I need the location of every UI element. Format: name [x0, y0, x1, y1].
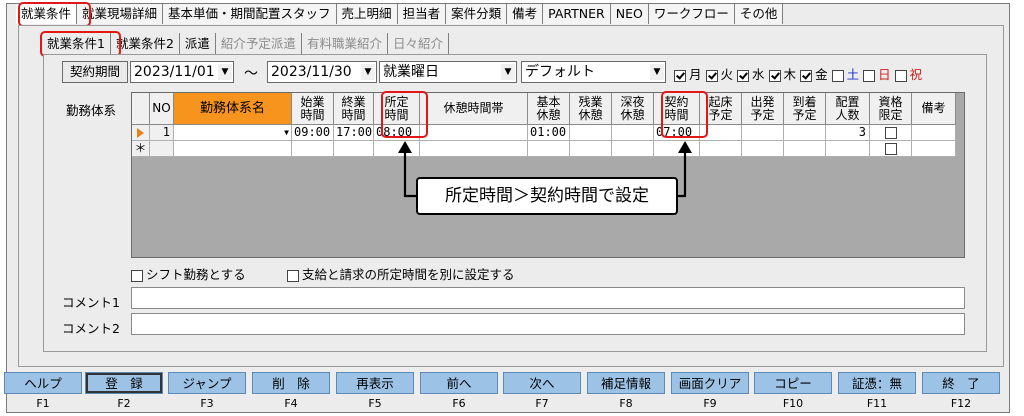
fkey-f3-label: F3 [200, 397, 214, 410]
fkey-f7-label: F7 [535, 397, 549, 410]
callout-note: 所定時間＞契約時間で設定 [416, 177, 678, 215]
comment2-label: コメント2 [62, 321, 120, 336]
fkey-f10-button[interactable]: コピー [754, 372, 832, 394]
fkey-f5-label: F5 [368, 397, 382, 410]
fkey-f9-button[interactable]: 画面クリア [671, 372, 749, 394]
fkey-f7: 次へ F7 [503, 372, 581, 414]
comment1-input[interactable] [131, 287, 965, 309]
fkey-f6-button[interactable]: 前へ [420, 372, 498, 394]
fkey-f8-label: F8 [619, 397, 633, 410]
fkey-f12-label: F12 [950, 397, 972, 410]
fkey-f4-label: F4 [284, 397, 298, 410]
fkey-f9-label: F9 [703, 397, 717, 410]
separate-time-option-label: 支給と請求の所定時間を別に設定する [302, 267, 515, 282]
separate-time-checkbox[interactable] [287, 269, 299, 282]
fkey-f1-button[interactable]: ヘルプ [4, 372, 82, 394]
fkey-f8: 補足情報 F8 [587, 372, 665, 414]
separate-time-option[interactable]: 支給と請求の所定時間を別に設定する [287, 264, 515, 283]
fkey-f7-button[interactable]: 次へ [503, 372, 581, 394]
fkey-f11: 証憑：無 F11 [838, 372, 916, 414]
fkey-f10-label: F10 [782, 397, 804, 410]
fkey-f8-button[interactable]: 補足情報 [587, 372, 665, 394]
fkey-f5-button[interactable]: 再表示 [336, 372, 414, 394]
fkey-f4: 削 除 F4 [252, 372, 330, 414]
fkey-f5: 再表示 F5 [336, 372, 414, 414]
fkey-f2: 登 録 F2 [85, 372, 163, 414]
arrowhead-contract [678, 141, 692, 153]
fkey-f6: 前へ F6 [420, 372, 498, 414]
fkey-f6-label: F6 [452, 397, 466, 410]
arrowhead-scheduled [398, 141, 412, 153]
fkey-f2-button[interactable]: 登 録 [85, 372, 163, 394]
shift-checkbox[interactable] [131, 269, 143, 282]
shift-option-label: シフト勤務とする [146, 267, 246, 282]
fkey-f4-button[interactable]: 削 除 [252, 372, 330, 394]
fkey-f3-button[interactable]: ジャンプ [168, 372, 246, 394]
comment1-label: コメント1 [62, 295, 120, 310]
fkey-f10: コピー F10 [754, 372, 832, 414]
fkey-f9: 画面クリア F9 [671, 372, 749, 414]
fkey-f2-label: F2 [117, 397, 131, 410]
fkey-f11-button[interactable]: 証憑：無 [838, 372, 916, 394]
fkey-f1-label: F1 [36, 397, 50, 410]
fkey-f11-label: F11 [866, 397, 888, 410]
fkey-f1: ヘルプ F1 [4, 372, 82, 414]
function-key-bar: ヘルプ F1 登 録 F2 ジャンプ F3 削 除 F4 再表示 F5 前へ F6 次へ F7 補足情報 F8… [2, 372, 1022, 416]
shift-option[interactable]: シフト勤務とする [131, 264, 246, 283]
fkey-f12-button[interactable]: 終 了 [922, 372, 1000, 394]
fkey-f3: ジャンプ F3 [168, 372, 246, 414]
comment2-input[interactable] [131, 313, 965, 335]
fkey-f12: 終 了 F12 [922, 372, 1000, 414]
